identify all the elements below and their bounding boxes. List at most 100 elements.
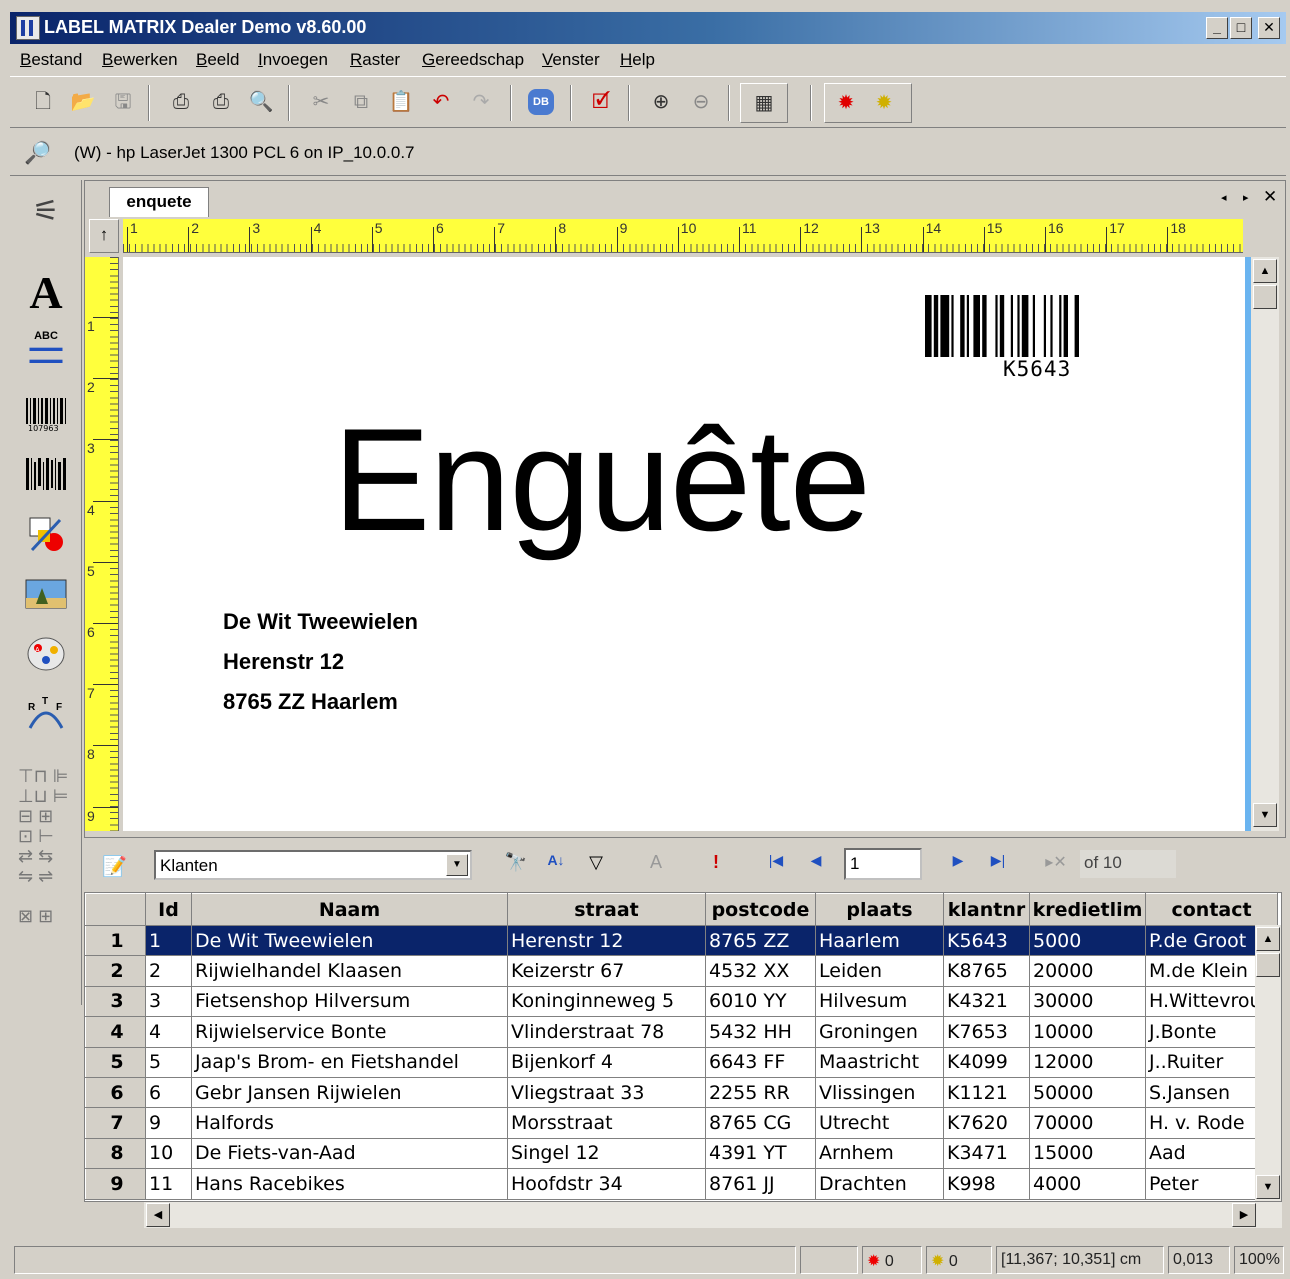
grid-toggle[interactable]: ▦ (740, 83, 788, 123)
scroll-thumb[interactable] (1253, 285, 1277, 309)
cell-straat[interactable]: Herenstr 12 (507, 924, 706, 957)
palette-icon[interactable]: A (20, 634, 72, 686)
cell-klantnr[interactable]: K998 (943, 1168, 1030, 1200)
close-document-icon[interactable]: ✕ (1263, 187, 1277, 207)
scroll-down-icon[interactable]: ▼ (1253, 803, 1277, 827)
cell-plaats[interactable]: Maastricht (815, 1046, 944, 1078)
row-number[interactable]: 6 (85, 1076, 146, 1109)
sun-red-icon[interactable]: ✹ (833, 90, 859, 116)
save-icon[interactable]: 🖫 (110, 89, 136, 115)
cell-postcode[interactable]: 8765 ZZ (705, 924, 816, 957)
menu-raster[interactable]: Raster (350, 50, 400, 70)
cell-naam[interactable]: De Fiets-van-Aad (191, 1137, 508, 1170)
cell-postcode[interactable]: 4532 XX (705, 955, 816, 987)
menu-bestand[interactable]: Bestand (20, 50, 82, 70)
copy-icon[interactable]: ⧉ (348, 89, 374, 115)
cell-postcode[interactable]: 8765 CG (705, 1107, 816, 1139)
grid-scroll-thumb[interactable] (1256, 953, 1280, 977)
print-preview-icon[interactable]: 🔍 (248, 89, 274, 115)
cell-straat[interactable]: Bijenkorf 4 (507, 1046, 706, 1078)
paste-icon[interactable]: 📋 (388, 89, 414, 115)
cut-icon[interactable]: ✂ (308, 89, 334, 115)
cell-straat[interactable]: Singel 12 (507, 1137, 706, 1170)
cell-straat[interactable]: Vliegstraat 33 (507, 1076, 706, 1109)
row-number[interactable]: 3 (85, 985, 146, 1018)
grid-scroll-down-icon[interactable]: ▼ (1256, 1175, 1280, 1199)
menu-gereedschap[interactable]: Gereedschap (422, 50, 524, 70)
column-header-contact[interactable]: contact (1144, 893, 1279, 926)
properties-icon[interactable]: 🗹 (588, 89, 614, 115)
cell-naam[interactable]: Halfords (191, 1107, 508, 1139)
menu-bewerken[interactable]: Bewerken (102, 50, 178, 70)
cell-klantnr[interactable]: K5643 (943, 924, 1030, 957)
prev-record-icon[interactable]: ◀ (802, 852, 830, 878)
cell-straat[interactable]: Morsstraat (507, 1107, 706, 1139)
column-header-postcode[interactable]: postcode (705, 893, 816, 926)
first-record-icon[interactable]: |◀ (762, 852, 790, 878)
datasource-select[interactable]: Klanten ▼ (154, 850, 472, 880)
cell-postcode[interactable]: 8761 JJ (705, 1168, 816, 1200)
cell-id[interactable]: 4 (145, 1016, 192, 1048)
menu-invoegen[interactable]: Invoegen (258, 50, 328, 70)
delete-record-icon[interactable]: ▸✕ (1042, 852, 1070, 878)
address-line-3[interactable]: 8765 ZZ Haarlem (223, 689, 398, 715)
cell-straat[interactable]: Koninginneweg 5 (507, 985, 706, 1018)
minimize-button[interactable]: _ (1206, 17, 1228, 39)
table-row[interactable]: 2 2 Rijwielhandel Klaasen Keizerstr 67 4532 … (85, 955, 1279, 987)
grid-hscrollbar[interactable]: ◀ ▶ (144, 1202, 1282, 1228)
cell-klantnr[interactable]: K1121 (943, 1076, 1030, 1109)
canvas-scrollbar[interactable]: ▲ ▼ (1251, 257, 1279, 831)
row-number[interactable]: 2 (85, 955, 146, 987)
grid-scrollbar[interactable]: ▲ ▼ (1255, 925, 1281, 1201)
filter-icon[interactable]: ▽ (582, 852, 610, 878)
edit-table-icon[interactable]: 📝 (102, 854, 127, 879)
printer-search-icon[interactable]: 🔎 (24, 140, 51, 166)
table-row[interactable]: 1 1 De Wit Tweewielen Herenstr 12 8765 ZZ Haa… (85, 924, 1279, 957)
cell-id[interactable]: 5 (145, 1046, 192, 1078)
row-number[interactable]: 9 (85, 1168, 146, 1200)
align-icons[interactable]: ⊤⊓ ⊫ ⊥⊔ ⊨ ⊟ ⊞ ⊡ ⊢ ⇄ ⇆ ⇋ ⇌ ⊠ ⊞ (18, 766, 78, 926)
cell-plaats[interactable]: Arnhem (815, 1137, 944, 1170)
app-icon[interactable] (16, 16, 40, 40)
cell-plaats[interactable]: Drachten (815, 1168, 944, 1200)
cell-postcode[interactable]: 5432 HH (705, 1016, 816, 1048)
row-number[interactable]: 4 (85, 1016, 146, 1048)
cell-plaats[interactable]: Utrecht (815, 1107, 944, 1139)
grid-scroll-up-icon[interactable]: ▲ (1256, 927, 1280, 951)
cell-naam[interactable]: De Wit Tweewielen (191, 924, 508, 957)
column-header-straat[interactable]: straat (507, 893, 706, 926)
cell-id[interactable]: 6 (145, 1076, 192, 1109)
cell-kredietlim[interactable]: 4000 (1029, 1168, 1146, 1200)
column-header-id[interactable]: Id (145, 893, 192, 926)
cell-id[interactable]: 11 (145, 1168, 192, 1200)
cell-naam[interactable]: Rijwielhandel Klaasen (191, 955, 508, 987)
cell-klantnr[interactable]: K7653 (943, 1016, 1030, 1048)
barcode-icon[interactable]: 107963 (20, 396, 72, 448)
tab-enquete[interactable]: enquete (109, 187, 209, 217)
cell-kredietlim[interactable]: 15000 (1029, 1137, 1146, 1170)
chevron-down-icon[interactable]: ▼ (446, 854, 468, 876)
alert-icon[interactable]: ! (702, 852, 730, 878)
zoom-out-icon[interactable]: ⊖ (688, 89, 714, 115)
cell-postcode[interactable]: 6643 FF (705, 1046, 816, 1078)
2d-barcode-icon[interactable] (20, 456, 72, 508)
label-barcode[interactable] (925, 295, 1175, 357)
cell-kredietlim[interactable]: 12000 (1029, 1046, 1146, 1078)
text-icon[interactable]: A (20, 266, 72, 318)
cell-kredietlim[interactable]: 30000 (1029, 985, 1146, 1018)
picture-icon[interactable] (20, 576, 72, 628)
print-icon[interactable]: ⎙ (168, 89, 194, 115)
cell-plaats[interactable]: Hilvesum (815, 985, 944, 1018)
column-header-naam[interactable]: Naam (191, 893, 508, 926)
cell-straat[interactable]: Keizerstr 67 (507, 955, 706, 987)
zoom-in-icon[interactable]: ⊕ (648, 89, 674, 115)
address-line-1[interactable]: De Wit Tweewielen (223, 609, 418, 635)
cell-id[interactable]: 10 (145, 1137, 192, 1170)
table-row[interactable]: 6 6 Gebr Jansen Rijwielen Vliegstraat 33 225… (85, 1076, 1279, 1109)
column-header-klantnr[interactable]: klantnr (943, 893, 1030, 926)
cell-klantnr[interactable]: K4099 (943, 1046, 1030, 1078)
menu-beeld[interactable]: Beeld (196, 50, 239, 70)
close-button[interactable]: ✕ (1258, 17, 1280, 39)
open-icon[interactable]: 📂 (70, 89, 96, 115)
cell-id[interactable]: 2 (145, 955, 192, 987)
